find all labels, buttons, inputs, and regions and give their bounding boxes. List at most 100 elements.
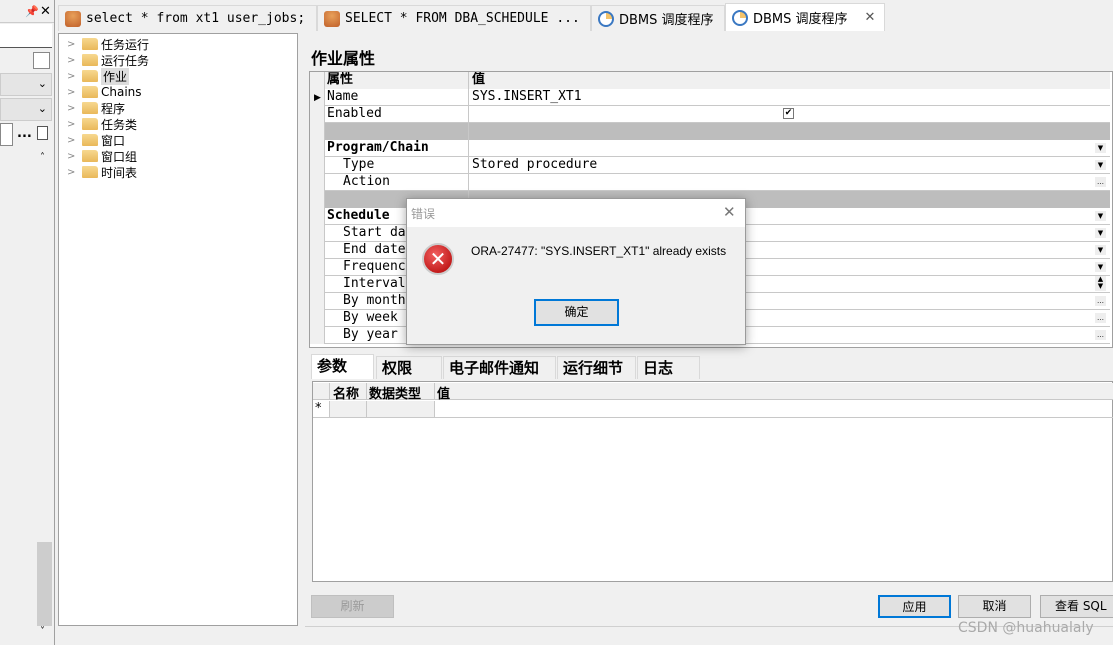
tree-item-label: 窗口 — [101, 133, 126, 148]
apply-button[interactable]: 应用 — [878, 595, 951, 618]
expand-icon[interactable]: > — [67, 55, 75, 66]
property-name: Enabled — [325, 106, 469, 123]
tab-run-details[interactable]: 运行细节 — [557, 356, 636, 379]
expand-icon[interactable]: > — [67, 103, 75, 114]
dialog-close-icon[interactable]: ✕ — [723, 203, 736, 221]
property-row[interactable]: Type Stored procedure ▼ — [310, 157, 1110, 174]
tab-dbms-scheduler-1[interactable]: DBMS 调度程序 — [591, 5, 725, 31]
tree-item-label: 运行任务 — [101, 53, 150, 68]
tree-item[interactable]: > Chains — [67, 84, 142, 100]
value-controls: ✔ — [469, 106, 1110, 123]
value-controls: ▼ — [469, 140, 1110, 157]
tree-item-label: 程序 — [101, 101, 126, 116]
expand-icon[interactable]: > — [67, 135, 75, 146]
checkbox-checked-icon[interactable]: ✔ — [783, 108, 794, 119]
dock-input[interactable] — [0, 123, 13, 146]
property-name — [325, 123, 469, 140]
pin-icon[interactable]: 📌 — [25, 5, 39, 18]
cell-datatype[interactable] — [367, 401, 435, 417]
clock-icon — [732, 9, 748, 26]
current-row-icon: ▶ — [314, 93, 321, 103]
dock-checkbox[interactable] — [33, 52, 50, 69]
tree-item[interactable]: > 窗口组 — [67, 148, 137, 164]
chevron-down-icon: ⌄ — [37, 77, 47, 90]
property-row[interactable]: Enabled ✔ — [310, 106, 1110, 123]
left-dock-panel: 📌 ✕ ⌄ ⌄ ... ˄ ˅ — [0, 0, 55, 645]
dropdown-arrow-icon[interactable]: ▼ — [1095, 143, 1106, 153]
tab-dbms-scheduler-2[interactable]: DBMS 调度程序 ✕ — [725, 3, 885, 31]
tab-email-notification[interactable]: 电子邮件通知 — [443, 356, 556, 379]
row-indicator: ▶ — [310, 89, 325, 106]
tree-item-label: Chains — [101, 85, 142, 99]
dropdown-arrow-icon[interactable]: ▼ — [1095, 228, 1106, 238]
property-row[interactable]: ▶ Name SYS.INSERT_XT1 — [310, 89, 1110, 106]
browse-button[interactable]: ... — [17, 126, 32, 141]
row-indicator — [310, 140, 325, 157]
tree-item[interactable]: > 时间表 — [67, 164, 137, 180]
folder-icon — [82, 70, 98, 82]
tree-item[interactable]: > 程序 — [67, 100, 125, 116]
row-indicator — [310, 310, 325, 327]
new-row[interactable]: * — [313, 401, 1113, 418]
expand-icon[interactable]: > — [67, 87, 75, 98]
dock-header: 📌 ✕ — [0, 3, 54, 23]
close-icon[interactable]: ✕ — [40, 4, 51, 19]
dropdown-arrow-icon[interactable]: ▼ — [1095, 160, 1106, 170]
tree-item-label: 时间表 — [101, 165, 138, 180]
dock-dropdown-2[interactable]: ⌄ — [0, 98, 52, 121]
scroll-down-icon[interactable]: ˅ — [40, 626, 45, 637]
dropdown-arrow-icon[interactable]: ▼ — [1095, 262, 1106, 272]
ellipsis-button[interactable]: … — [1095, 330, 1106, 340]
row-indicator — [310, 225, 325, 242]
refresh-button[interactable]: 刷新 — [311, 595, 394, 618]
expand-icon[interactable]: > — [67, 151, 75, 162]
tree-item[interactable]: > 作业 — [67, 67, 130, 85]
ok-button[interactable]: 确定 — [534, 299, 619, 326]
property-name: Type — [325, 157, 469, 174]
folder-icon — [82, 150, 98, 162]
cancel-button[interactable]: 取消 — [958, 595, 1031, 618]
new-file-icon[interactable] — [37, 126, 48, 140]
ellipsis-button[interactable]: … — [1095, 313, 1106, 323]
expand-icon[interactable]: > — [67, 167, 75, 178]
value-controls: ▼ — [469, 157, 1110, 174]
row-indicator — [310, 174, 325, 191]
value-controls: … — [469, 174, 1110, 191]
tree-item[interactable]: > 任务运行 — [67, 36, 149, 52]
tab-query-user-jobs[interactable]: select * from xt1 user_jobs; — [58, 5, 317, 31]
tree-item[interactable]: > 窗口 — [67, 132, 125, 148]
cell-name[interactable] — [329, 401, 367, 417]
scrollbar[interactable]: ˄ ˅ — [36, 150, 53, 642]
folder-icon — [82, 86, 98, 98]
tab-parameters[interactable]: 参数 — [311, 354, 374, 379]
spinner-icon[interactable]: ▲ ▼ — [1095, 276, 1106, 291]
property-name: Program/Chain — [325, 140, 469, 157]
header-name: 名称 — [329, 383, 367, 402]
ellipsis-button[interactable]: … — [1095, 296, 1106, 306]
property-row[interactable]: Program/Chain ▼ — [310, 140, 1110, 157]
expand-icon[interactable]: > — [67, 39, 75, 50]
tree-item[interactable]: > 任务类 — [67, 116, 137, 132]
tab-label: DBMS 调度程序 — [619, 13, 714, 28]
tree-item[interactable]: > 运行任务 — [67, 52, 149, 68]
chevron-down-icon: ⌄ — [37, 102, 47, 115]
property-row[interactable]: Action … — [310, 174, 1110, 191]
dock-dropdown-1[interactable]: ⌄ — [0, 73, 52, 96]
close-tab-icon[interactable]: ✕ — [865, 10, 876, 25]
tree-item-label: 任务运行 — [101, 37, 150, 52]
ellipsis-button[interactable]: … — [1095, 177, 1106, 187]
expand-icon[interactable]: > — [67, 119, 75, 130]
dialog-message: ORA-27477: "SYS.INSERT_XT1" already exis… — [471, 244, 727, 258]
tab-permissions[interactable]: 权限 — [376, 356, 442, 379]
tab-query-dba-schedule[interactable]: SELECT * FROM DBA_SCHEDULE ... — [317, 5, 591, 31]
scroll-up-icon[interactable]: ˄ — [40, 152, 45, 163]
property-name: Action — [325, 174, 469, 191]
dropdown-arrow-icon[interactable]: ▼ — [1095, 211, 1106, 221]
folder-icon — [82, 54, 98, 66]
property-row[interactable] — [310, 123, 1110, 140]
view-sql-button[interactable]: 查看 SQL — [1040, 595, 1113, 618]
dropdown-arrow-icon[interactable]: ▼ — [1095, 245, 1106, 255]
scrollbar-thumb[interactable] — [37, 542, 52, 626]
tab-log[interactable]: 日志 — [637, 356, 700, 379]
expand-icon[interactable]: > — [67, 71, 75, 82]
